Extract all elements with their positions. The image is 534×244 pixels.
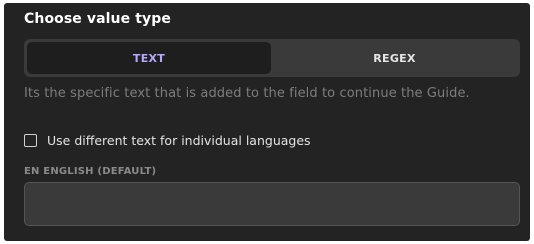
different-text-label[interactable]: Use different text for individual langua… xyxy=(47,133,311,148)
value-type-hint: Its the specific text that is added to t… xyxy=(24,86,470,101)
section-title: Choose value type xyxy=(24,11,171,27)
english-text-input[interactable] xyxy=(24,182,520,226)
language-label: EN ENGLISH (DEFAULT) xyxy=(24,166,157,177)
text-option-button[interactable]: TEXT xyxy=(27,42,271,74)
different-text-checkbox[interactable] xyxy=(24,134,37,147)
regex-option-button[interactable]: REGEX xyxy=(272,42,517,74)
value-type-segmented-control: TEXT REGEX xyxy=(24,39,520,77)
different-text-row: Use different text for individual langua… xyxy=(24,133,311,148)
value-type-panel: Choose value type TEXT REGEX Its the spe… xyxy=(4,3,530,241)
